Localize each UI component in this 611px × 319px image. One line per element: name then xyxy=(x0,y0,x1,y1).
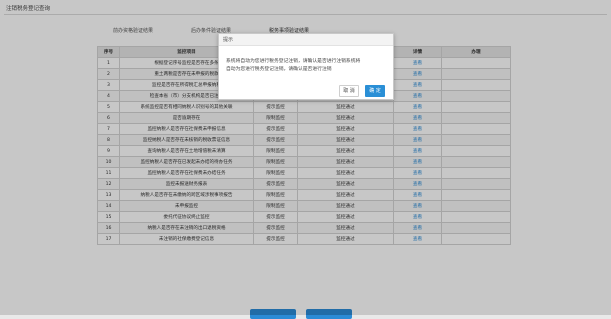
dialog-message-line: 系统将自动为您进行税务登记注销，请确认是否进行注销系统将 xyxy=(226,59,361,64)
confirm-button[interactable]: 确 定 xyxy=(365,85,385,97)
dialog-header: 提示 xyxy=(219,34,393,46)
cancel-button[interactable]: 取 消 xyxy=(339,85,359,97)
dialog-message-line: 自动为您进行税务登记注销，请确认是否进行注销 xyxy=(226,67,332,72)
dialog-message: 系统将自动为您进行税务登记注销，请确认是否进行注销系统将 自动为您进行税务登记注… xyxy=(226,58,388,74)
confirm-dialog: 提示 系统将自动为您进行税务登记注销，请确认是否进行注销系统将 自动为您进行税务… xyxy=(218,33,394,100)
dialog-title: 提示 xyxy=(223,37,234,43)
